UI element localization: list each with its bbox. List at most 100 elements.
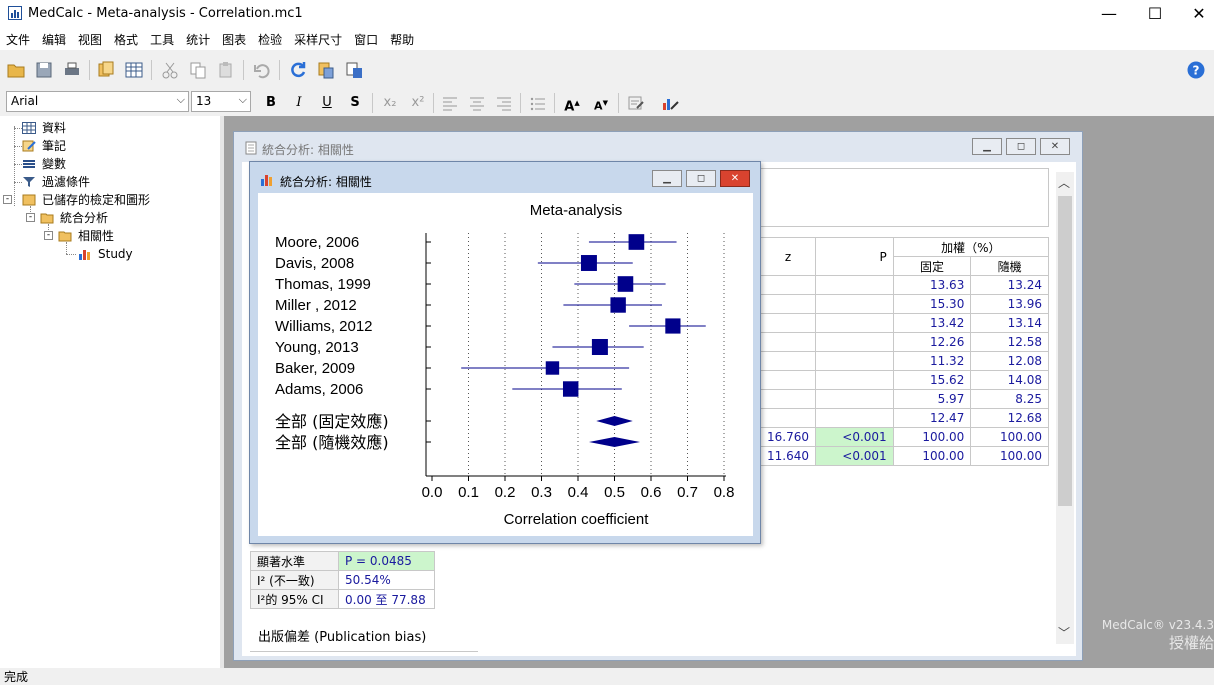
superscript-button[interactable]: x² <box>409 94 427 112</box>
title-bar: MedCalc - Meta-analysis - Correlation.mc… <box>0 0 1214 28</box>
pooled-diamond <box>596 416 633 426</box>
menu-tools[interactable]: 工具 <box>144 28 180 48</box>
menu-graphs[interactable]: 图表 <box>216 28 252 48</box>
plot-close-button[interactable]: ✕ <box>720 170 750 187</box>
table-row: 顯著水準 P = 0.0485 <box>250 551 435 571</box>
p-header: P <box>815 237 894 276</box>
minimize-button[interactable]: — <box>1086 0 1132 28</box>
align-right-icon[interactable] <box>495 94 513 112</box>
cut-icon[interactable] <box>160 60 180 80</box>
study-marker <box>591 339 608 355</box>
format-edit-icon[interactable] <box>627 94 645 112</box>
x-tick-label: 0.2 <box>495 484 516 501</box>
tree-item-data[interactable]: 資料 <box>22 119 66 137</box>
table-row: 11.32 12.08 <box>760 351 1049 371</box>
tree-item-filters[interactable]: 過濾條件 <box>22 173 90 191</box>
spreadsheet-icon[interactable] <box>124 60 144 80</box>
align-center-icon[interactable] <box>468 94 486 112</box>
tree-item-notes[interactable]: 筆記 <box>22 137 66 155</box>
heterogeneity-table: 顯著水準 P = 0.0485 I² (不一致) 50.54% I²的 95% CI… <box>250 551 435 609</box>
paste-icon[interactable] <box>216 60 236 80</box>
chart-format-icon[interactable] <box>661 94 679 112</box>
chart-window-icon <box>261 175 272 186</box>
underline-button[interactable]: U <box>318 94 336 112</box>
plot-restore-button[interactable]: ◻ <box>686 170 716 187</box>
forest-plot-area: Meta-analysis Correlation coefficient 0.… <box>258 193 753 536</box>
copy-results-icon[interactable] <box>316 60 336 80</box>
open-folder-icon[interactable] <box>6 60 26 80</box>
print-icon[interactable] <box>62 60 82 80</box>
tree-expander[interactable]: - <box>26 213 35 222</box>
tree-expander[interactable]: - <box>3 195 12 204</box>
font-select[interactable]: Arial ⌵ <box>6 91 189 112</box>
x-tick-label: 0.6 <box>641 484 662 501</box>
menu-sample-size[interactable]: 采样尺寸 <box>288 28 348 48</box>
export-word-icon[interactable] <box>344 60 364 80</box>
x-tick-label: 0.7 <box>677 484 698 501</box>
table-row: I²的 95% CI 0.00 至 77.88 <box>250 589 435 609</box>
scroll-down-icon[interactable]: ﹀ <box>1058 624 1070 641</box>
close-button[interactable]: ✕ <box>1176 0 1214 28</box>
plot-minimize-button[interactable]: ▁ <box>652 170 682 187</box>
format-toolbar: Arial ⌵ 13 ⌵ B I U S x₂ x² A▲ A▼ <box>0 89 1214 115</box>
undo-icon[interactable] <box>252 60 272 80</box>
tree-item-saved-tests[interactable]: 已儲存的檢定和圖形 <box>22 191 150 209</box>
menu-view[interactable]: 视图 <box>72 28 108 48</box>
menu-statistics[interactable]: 统计 <box>180 28 216 48</box>
results-minimize-button[interactable]: ▁ <box>972 138 1002 155</box>
copy-icon[interactable] <box>188 60 208 80</box>
help-icon[interactable]: ? <box>1186 60 1206 80</box>
x-tick-label: 0.5 <box>604 484 625 501</box>
table-row: 15.30 13.96 <box>760 294 1049 314</box>
font-size-select[interactable]: 13 ⌵ <box>191 91 251 112</box>
increase-font-icon[interactable]: A▲ <box>563 94 581 114</box>
study-marker <box>580 255 597 271</box>
save-icon[interactable] <box>34 60 54 80</box>
pooled-label: 全部 (隨機效應) <box>275 433 389 452</box>
main-toolbar: ? <box>0 54 1214 86</box>
scroll-up-icon[interactable]: ︿ <box>1058 174 1070 191</box>
italic-button[interactable]: I <box>290 94 308 112</box>
tree-item-study[interactable]: Study <box>78 245 133 263</box>
study-marker <box>562 381 579 397</box>
menu-edit[interactable]: 编辑 <box>36 28 72 48</box>
menu-tests[interactable]: 检验 <box>252 28 288 48</box>
strikethrough-button[interactable]: S <box>346 94 364 112</box>
decrease-font-icon[interactable]: A▼ <box>592 94 610 113</box>
divider <box>250 651 478 655</box>
study-label: Thomas, 1999 <box>275 276 371 293</box>
results-close-button[interactable]: ✕ <box>1040 138 1070 155</box>
menu-bar: 文件 编辑 视图 格式 工具 统计 图表 检验 采样尺寸 窗口 帮助 <box>0 28 1214 50</box>
chart-title: Meta-analysis <box>530 202 623 219</box>
publication-bias-heading: 出版偏差 (Publication bias) <box>258 630 427 645</box>
menu-help[interactable]: 帮助 <box>384 28 420 48</box>
folder-icon <box>22 194 36 206</box>
version-watermark: MedCalc® v23.4.3 <box>1101 618 1214 632</box>
menu-format[interactable]: 格式 <box>108 28 144 48</box>
documents-icon[interactable] <box>96 60 116 80</box>
study-label: Baker, 2009 <box>275 360 355 377</box>
refresh-icon[interactable] <box>288 60 308 80</box>
results-restore-button[interactable]: ◻ <box>1006 138 1036 155</box>
subscript-button[interactable]: x₂ <box>381 94 399 112</box>
tree-item-meta-analysis[interactable]: 統合分析 <box>40 209 108 227</box>
menu-file[interactable]: 文件 <box>0 28 36 48</box>
random-header: 隨機 <box>970 256 1049 276</box>
scrollbar-thumb[interactable] <box>1058 196 1072 506</box>
study-label: Young, 2013 <box>275 339 359 356</box>
forest-plot-window: 統合分析: 相關性 ▁ ◻ ✕ Meta-analysis Correlatio… <box>249 161 761 544</box>
table-row: 5.97 8.25 <box>760 389 1049 409</box>
z-header: z <box>760 237 816 276</box>
menu-window[interactable]: 窗口 <box>348 28 384 48</box>
tree-item-correlation[interactable]: 相關性 <box>58 227 114 245</box>
bullet-list-icon[interactable] <box>529 94 547 112</box>
table-row: 12.47 12.68 <box>760 408 1049 428</box>
maximize-button[interactable]: ☐ <box>1132 0 1178 28</box>
grid-icon <box>22 122 36 134</box>
table-row: 15.62 14.08 <box>760 370 1049 390</box>
table-row: I² (不一致) 50.54% <box>250 570 435 590</box>
tree-expander[interactable]: - <box>44 231 53 240</box>
align-left-icon[interactable] <box>441 94 459 112</box>
bold-button[interactable]: B <box>262 94 280 112</box>
tree-item-variables[interactable]: 變數 <box>22 155 66 173</box>
